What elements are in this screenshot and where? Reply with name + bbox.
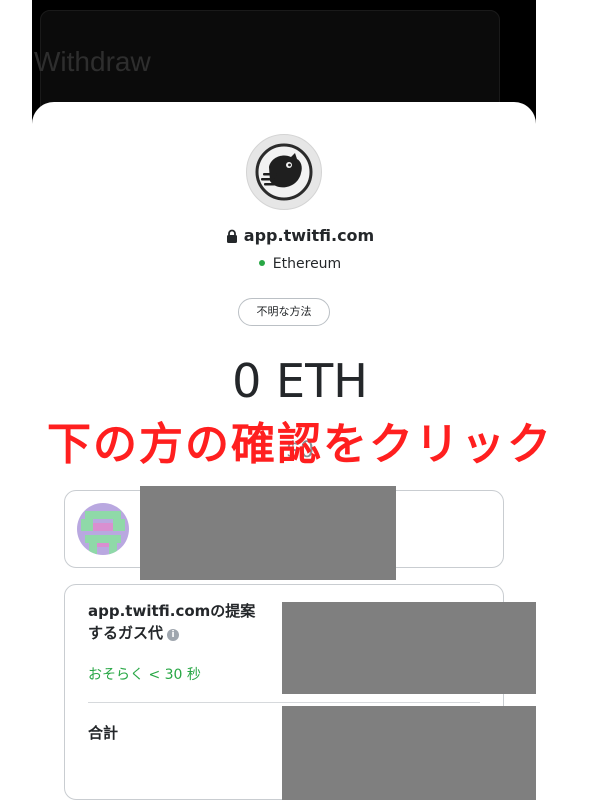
lock-icon	[226, 228, 238, 247]
amount-value: 0 ETH	[232, 354, 368, 408]
account-avatar	[77, 503, 129, 555]
redacted-total	[282, 706, 536, 800]
redacted-account-details	[140, 486, 396, 580]
gas-fee-title: app.twitfi.comの提案 するガス代 i	[88, 600, 255, 644]
site-origin-text: app.twitfi.com	[243, 226, 375, 245]
instruction-annotation: 下の方の確認をクリック	[47, 419, 553, 470]
gas-fee-title-line2-wrap: するガス代 i	[88, 622, 255, 644]
background-title: Withdraw	[34, 46, 151, 77]
gas-fee-title-line2: するガス代	[88, 624, 164, 642]
redacted-gas-fee	[282, 602, 536, 694]
info-icon[interactable]: i	[167, 629, 180, 641]
gas-fee-title-line1: app.twitfi.comの提案	[88, 602, 256, 620]
method-pill[interactable]: 不明な方法	[238, 298, 330, 326]
gas-divider	[88, 702, 480, 703]
site-origin: app.twitfi.com	[0, 226, 600, 247]
twitfi-bird-logo-icon	[255, 143, 313, 201]
network-name: Ethereum	[272, 256, 342, 272]
gas-eta: おそらく < 30 秒	[88, 667, 201, 683]
total-label: 合計	[88, 724, 119, 742]
screen: Withdraw app.twitfi.com Ethereum 不明な方法 0…	[0, 0, 600, 800]
network-indicator: Ethereum	[0, 256, 600, 272]
site-icon	[246, 134, 322, 210]
network-status-dot	[258, 260, 265, 266]
